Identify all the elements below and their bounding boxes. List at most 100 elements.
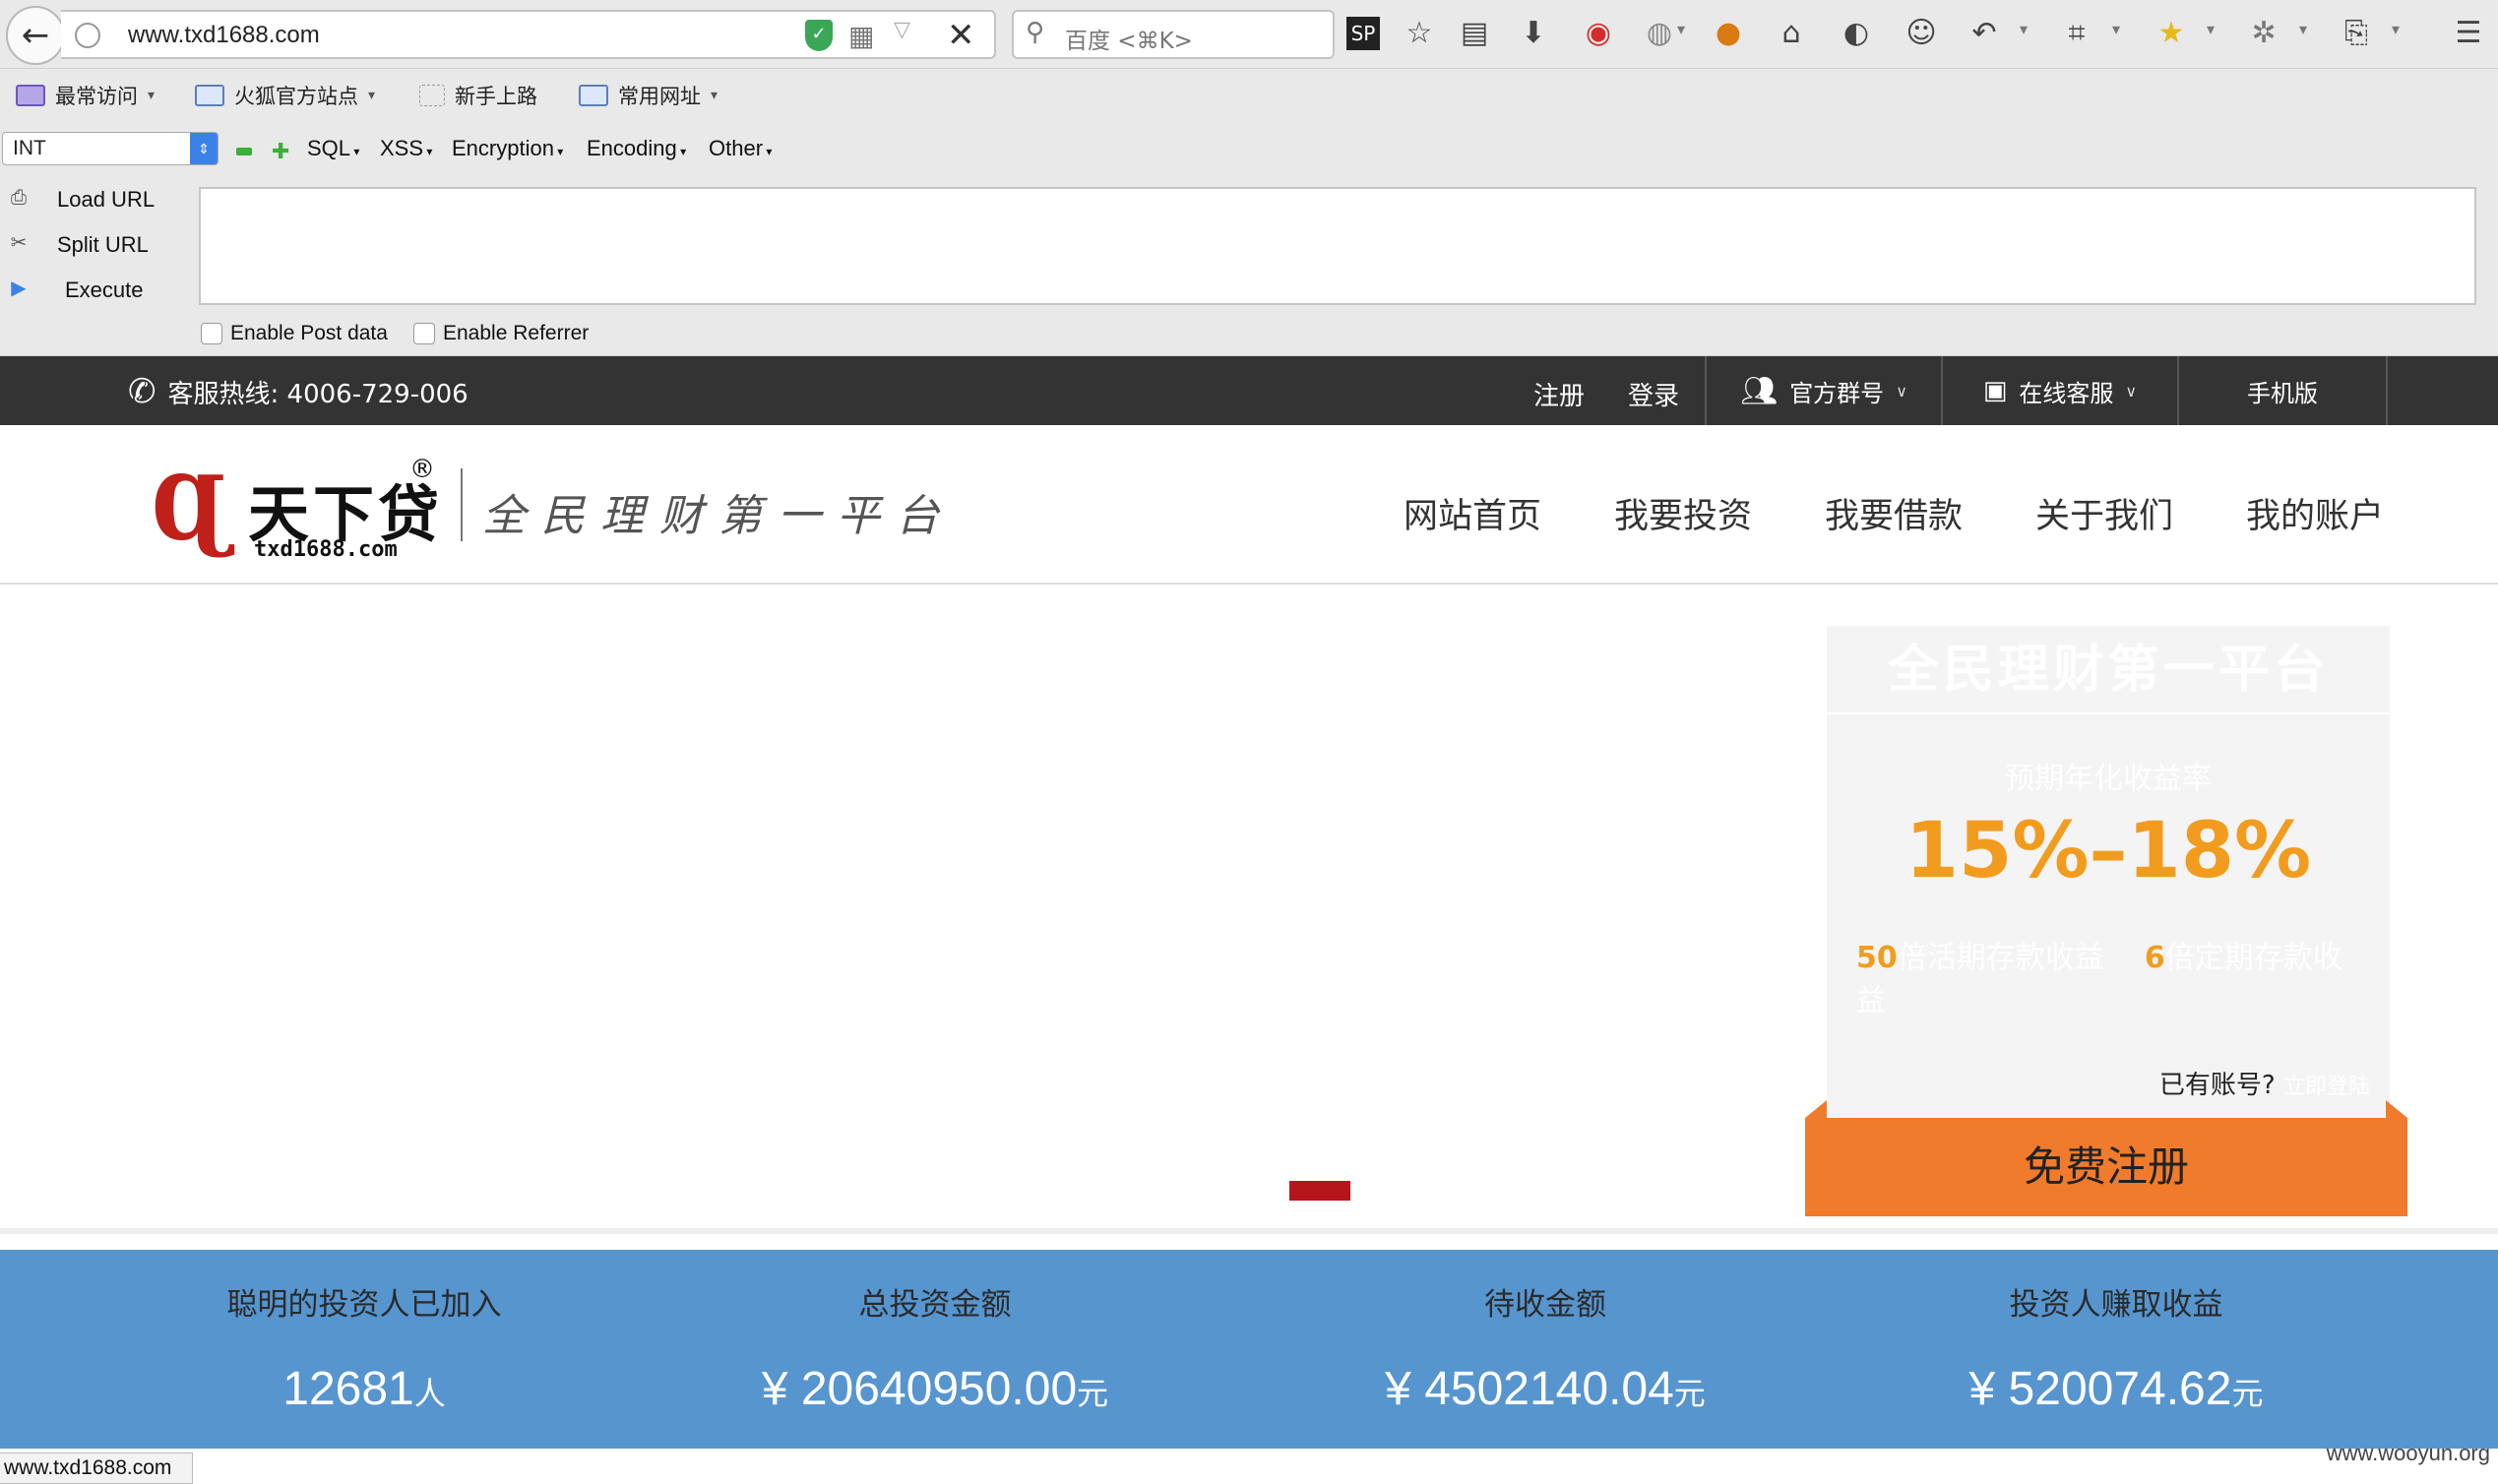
mobile-label: 手机版 [2247, 379, 2318, 407]
mobile-link[interactable]: 手机版 [2177, 356, 2388, 425]
page-icon [419, 85, 445, 106]
search-icon: ⚲ [1026, 18, 1045, 47]
site-logo[interactable]: Ɋ 天下贷 ® txd1688.com [152, 455, 447, 563]
bookmark-common-sites[interactable]: 常用网址 ▾ [579, 81, 718, 110]
download-icon[interactable]: ⬇ [1514, 14, 1553, 53]
bookmark-label: 新手上路 [455, 85, 537, 108]
back-button[interactable]: ← [6, 6, 65, 65]
free-register-button[interactable]: 免费注册 [1805, 1118, 2407, 1216]
minus-icon[interactable] [236, 148, 252, 155]
bookmark-most-visited[interactable]: 最常访问 ▾ [16, 81, 155, 110]
palette-icon[interactable]: ◐ [1837, 14, 1876, 53]
stat-label: 待收金额 [1484, 1287, 1606, 1323]
menu-encryption-label: Encryption [452, 136, 554, 160]
checkbox[interactable] [413, 323, 435, 344]
chevron-down-icon: ∨ [2125, 381, 2138, 401]
stat-prefix: ¥ [1385, 1363, 1425, 1415]
chat-bubble-icon: ▣ [1982, 376, 2008, 405]
url-textarea[interactable] [199, 187, 2476, 305]
load-url-button[interactable]: ⎙ Load URL [0, 179, 187, 218]
nav-home[interactable]: 网站首页 [1404, 488, 1541, 538]
banner-divider [0, 1228, 2498, 1234]
enable-post-checkbox[interactable]: Enable Post data [201, 322, 388, 345]
search-bar[interactable]: ⚲ 百度 <⌘K> [1012, 10, 1335, 59]
nav-invest[interactable]: 我要投资 [1614, 488, 1752, 538]
type-select-value: INT [13, 137, 46, 159]
watermark: www.wooyun.org [2326, 1441, 2490, 1465]
execute-button[interactable]: ▶ Execute [0, 270, 187, 309]
crop-icon[interactable]: ⌗ [2057, 14, 2096, 53]
bug-icon[interactable]: ✲ [2244, 14, 2283, 53]
enable-referrer-checkbox[interactable]: Enable Referrer [413, 322, 589, 345]
url-text[interactable]: www.txd1688.com [128, 22, 320, 49]
stat-value: 12681人 [167, 1362, 561, 1416]
stat-value: ¥ 520074.62元 [1870, 1362, 2362, 1416]
search-input[interactable]: 百度 <⌘K> [1065, 22, 1193, 55]
stat-unit: 元 [1077, 1376, 1109, 1411]
caret-icon[interactable]: ▾ [1677, 20, 1685, 38]
url-bar[interactable]: www.txd1688.com ✓ ▦ ▽ ✕ [61, 10, 996, 59]
users-icon: 👥︎ [1740, 373, 1779, 408]
reading-list-icon[interactable]: ▤ [1455, 14, 1494, 53]
promo-rate: 15%–18% [1905, 807, 2312, 896]
online-service-menu[interactable]: ▣ 在线客服 ∨ [1941, 356, 2177, 425]
chevron-down-icon: ∨ [1896, 381, 1907, 401]
home-icon[interactable]: ⌂ [1772, 14, 1811, 53]
login-link[interactable]: 登录 [1628, 376, 1679, 412]
checkbox[interactable] [201, 323, 222, 344]
addon-red-icon[interactable]: ◉ [1579, 14, 1618, 53]
split-url-button[interactable]: ✂ Split URL [0, 224, 187, 264]
caret-icon[interactable]: ▾ [2299, 20, 2307, 38]
plus-icon[interactable]: ✚ [272, 140, 289, 164]
folder-icon [16, 85, 45, 106]
online-service-label: 在线客服 [2019, 379, 2114, 407]
official-group-menu[interactable]: 👥︎ 官方群号 ∨ [1705, 356, 1941, 425]
menu-other[interactable]: Other ▾ [709, 136, 772, 161]
dropdown-icon[interactable]: ▽ [894, 18, 910, 42]
shield-icon[interactable]: ✓ [805, 20, 833, 51]
addon-orange-icon[interactable]: ● [1709, 14, 1748, 53]
site-topbar: ✆ 客服热线: 4006-729-006 注册 登录 👥︎ 官方群号 ∨ ▣ 在… [0, 356, 2498, 425]
stat-prefix: ¥ [1968, 1363, 2009, 1415]
menu-sql[interactable]: SQL ▾ [307, 136, 359, 161]
close-icon[interactable]: ✕ [947, 16, 975, 55]
addon-globe-icon[interactable]: ◍ [1640, 14, 1679, 53]
logo-divider [461, 468, 463, 541]
chat-icon[interactable]: ☺ [1902, 14, 1941, 53]
menu-encryption[interactable]: Encryption ▾ [452, 136, 563, 161]
caret-icon[interactable]: ▾ [2392, 20, 2400, 38]
carousel-indicator[interactable] [1289, 1181, 1350, 1201]
bookmark-getting-started[interactable]: 新手上路 [419, 81, 537, 110]
site-slogan: 全民理财第一平台 [482, 491, 955, 541]
load-url-label: Load URL [57, 187, 156, 212]
caret-icon: ▾ [368, 88, 376, 103]
favorites-star-icon[interactable]: ★ [2152, 14, 2191, 53]
caret-icon[interactable]: ▾ [2020, 20, 2028, 38]
play-icon: ▶ [11, 278, 27, 299]
sqlmap-icon[interactable]: SP [1346, 17, 1380, 50]
qrcode-icon[interactable]: ▦ [848, 20, 874, 52]
bookmark-firefox-sites[interactable]: 火狐官方站点 ▾ [195, 81, 375, 110]
register-link[interactable]: 注册 [1533, 376, 1585, 412]
login-now-link[interactable]: 立即登陆 [2283, 1075, 2370, 1099]
stat-earnings: 投资人赚取收益 ¥ 520074.62元 [1870, 1250, 2362, 1449]
share-icon[interactable]: ⎘ [2337, 14, 2376, 53]
star-icon[interactable]: ☆ [1400, 14, 1439, 53]
nav-about[interactable]: 关于我们 [2035, 488, 2173, 538]
nav-borrow[interactable]: 我要借款 [1825, 488, 1963, 538]
nav-account[interactable]: 我的账户 [2246, 488, 2384, 538]
stats-bar: 聪明的投资人已加入 12681人 总投资金额 ¥ 20640950.00元 待收… [0, 1250, 2498, 1449]
menu-xss[interactable]: XSS ▾ [380, 136, 432, 161]
execute-label: Execute [65, 278, 144, 302]
menu-encoding-label: Encoding [587, 136, 677, 160]
select-arrows-icon: ⇕ [190, 133, 218, 164]
type-select[interactable]: INT ⇕ [2, 132, 219, 165]
stat-number: 520074.62 [2008, 1363, 2232, 1415]
undo-icon[interactable]: ↶ [1965, 14, 2004, 53]
caret-icon[interactable]: ▾ [2112, 20, 2120, 38]
menu-icon[interactable]: ☰ [2449, 14, 2488, 53]
promo-multipliers: 50倍活期存款收益 6倍定期存款收益 [1856, 933, 2368, 1020]
menu-encoding[interactable]: Encoding ▾ [587, 136, 686, 161]
folder-icon [195, 85, 224, 106]
caret-icon[interactable]: ▾ [2207, 20, 2215, 38]
